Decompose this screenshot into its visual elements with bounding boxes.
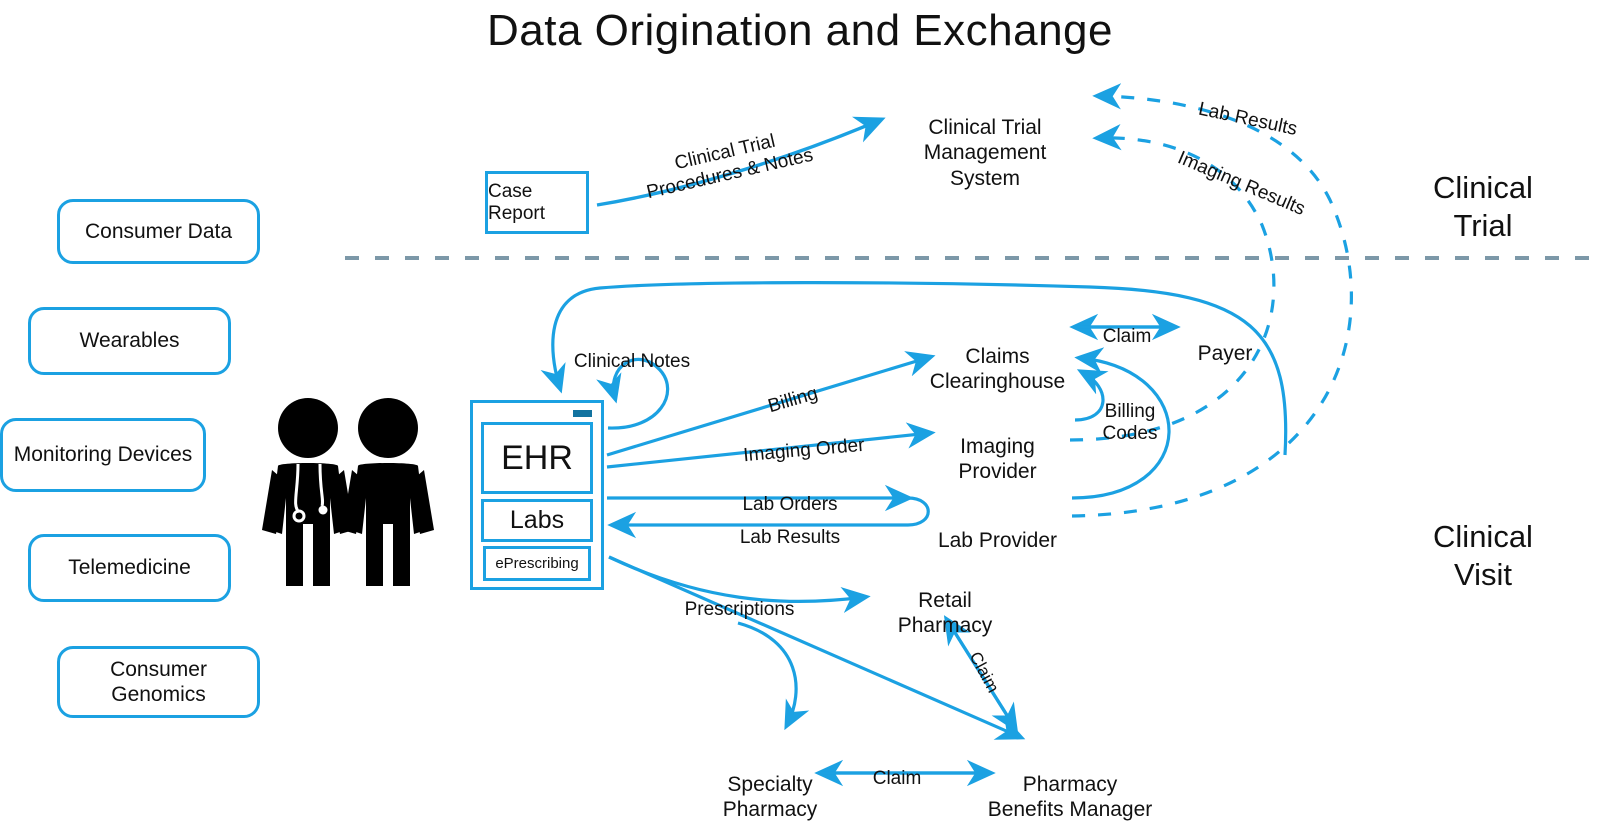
case-report-label: Case Report [488, 180, 546, 224]
node-pharmacy-benefits-manager[interactable]: Pharmacy Benefits Manager [975, 746, 1165, 823]
edge-label-lab-results: Lab Results [720, 505, 860, 549]
source-pill-consumer-genomics[interactable]: Consumer Genomics [57, 646, 260, 718]
node-label: Retail Pharmacy [897, 588, 993, 638]
clinician-figure [262, 398, 354, 586]
section-text: Clinical Trial [1433, 169, 1533, 243]
source-label: Telemedicine [68, 556, 191, 580]
source-pill-telemedicine[interactable]: Telemedicine [28, 534, 231, 602]
edge-lab-provider-uturn [907, 496, 930, 527]
ehr-module-labs[interactable]: Labs [481, 499, 593, 542]
source-label: Wearables [79, 329, 180, 353]
source-pill-wearables[interactable]: Wearables [28, 307, 231, 375]
edge-label-claim-payer: Claim [1087, 304, 1167, 348]
edge-text: Lab Results [739, 526, 841, 548]
node-claims-clearinghouse[interactable]: Claims Clearinghouse [925, 318, 1070, 395]
node-label: Specialty Pharmacy [722, 772, 818, 822]
ehr-module-primary[interactable]: EHR [481, 422, 593, 494]
labs-label: Labs [509, 506, 565, 534]
section-text: Clinical Visit [1433, 518, 1533, 592]
edge-label-clinical-notes: Clinical Notes [562, 329, 702, 373]
node-label: Claims Clearinghouse [929, 344, 1066, 394]
case-report-box[interactable]: Case Report [485, 171, 589, 234]
eprescribing-label: ePrescribing [495, 555, 579, 572]
edge-text: Prescriptions [684, 598, 795, 620]
ehr-system-stack[interactable]: EHR Labs ePrescribing [470, 400, 604, 590]
edge-label-claim-specialty: Claim [862, 746, 932, 790]
node-payer[interactable]: Payer [1180, 315, 1270, 366]
node-imaging-provider[interactable]: Imaging Provider [930, 408, 1065, 485]
node-ctms[interactable]: Clinical Trial Management System [905, 89, 1065, 191]
source-pill-monitoring-devices[interactable]: Monitoring Devices [0, 418, 206, 492]
ehr-label: EHR [501, 438, 573, 477]
device-indicator-icon [573, 410, 592, 417]
diagram-canvas: Data Origination and Exchange Consumer D… [0, 0, 1600, 821]
ehr-module-eprescribing[interactable]: ePrescribing [483, 546, 591, 581]
source-pill-consumer-data[interactable]: Consumer Data [57, 199, 260, 264]
source-label: Consumer Data [84, 219, 233, 243]
node-label: Pharmacy Benefits Manager [987, 772, 1153, 822]
node-retail-pharmacy[interactable]: Retail Pharmacy [880, 562, 1010, 639]
node-label: Payer [1197, 341, 1253, 365]
source-label: Consumer Genomics [110, 657, 207, 706]
edge-text: Claim [872, 767, 922, 789]
node-label: Clinical Trial Management System [923, 115, 1047, 190]
section-label-clinical-trial: Clinical Trial [1398, 131, 1568, 244]
edge-label-billing-codes: Billing Codes [1085, 379, 1175, 445]
node-label: Lab Provider [937, 528, 1058, 552]
node-label: Imaging Provider [958, 434, 1037, 484]
edge-text: Clinical Notes [573, 350, 691, 372]
section-label-clinical-visit: Clinical Visit [1398, 480, 1568, 593]
patient-figure [342, 398, 434, 586]
edge-prescriptions-specialty [737, 621, 810, 731]
source-label: Monitoring Devices [13, 443, 193, 467]
edge-label-prescriptions: Prescriptions [672, 577, 807, 621]
edge-text: Billing Codes [1102, 400, 1158, 444]
node-lab-provider[interactable]: Lab Provider [930, 502, 1065, 553]
edge-text: Claim [1102, 325, 1152, 347]
node-specialty-pharmacy[interactable]: Specialty Pharmacy [705, 746, 835, 823]
